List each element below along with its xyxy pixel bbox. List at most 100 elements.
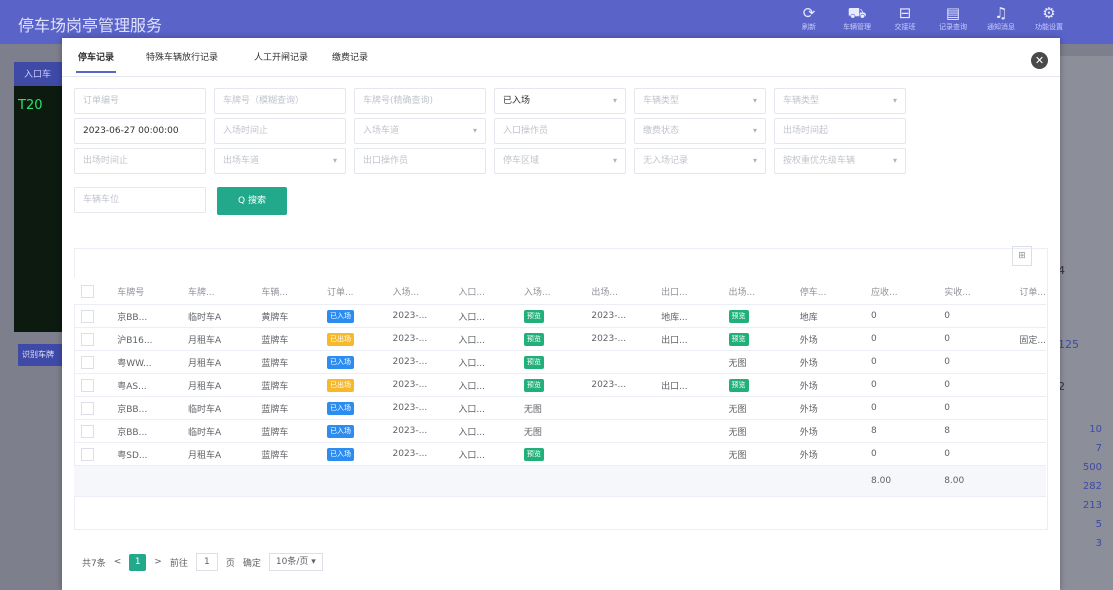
top-nav-vehicle[interactable]: ⊟ 交接班 [881,4,929,32]
table-row[interactable]: 粤AS... 月租车A 蓝牌车 已出场 2023-... 入口... 预览 2023-... 出… [74,373,1046,397]
table-cell [654,442,722,466]
filter-input[interactable]: 出场时间止 [74,148,206,174]
filter-select[interactable]: 停车区域 ▾ [494,148,626,174]
top-nav-refresh[interactable]: ⟳ 刷新 [785,4,833,32]
filter-input[interactable]: 车牌号(精确查询) [354,88,486,114]
filter-input[interactable]: 车辆车位 [74,187,206,213]
column-header[interactable]: 停车... [792,278,865,305]
table-cell: 已入场 [319,304,386,328]
filter-input[interactable]: 订单编号 [74,88,206,114]
chevron-down-icon: ▾ [612,156,617,165]
row-checkbox[interactable] [81,424,94,438]
table-row[interactable]: 沪B16... 月租车A 蓝牌车 已出场 2023-... 入口... 预览 2023-...… [74,327,1046,351]
filter-select[interactable]: 已入场 ▾ [494,88,626,114]
row-select-cell [74,373,111,397]
preview-tag[interactable]: 预览 [728,378,749,392]
tab-special-vehicle[interactable]: 特殊车辆放行记录 [146,50,218,63]
prev-page-button[interactable]: < [114,557,122,567]
top-nav-settings[interactable]: ⚙ 功能设置 [1025,4,1073,32]
table-cell: 无图 [516,419,585,443]
tab-manual-open[interactable]: 人工开闸记录 [254,50,308,63]
close-icon[interactable]: ✕ [1031,52,1048,69]
goto-confirm-button[interactable]: 确定 [243,556,261,569]
filter-select[interactable]: 车辆类型 ▾ [774,88,906,114]
preview-tag[interactable]: 预览 [728,309,749,323]
search-button[interactable]: Q 搜索 [217,187,287,215]
table-row[interactable]: 京BB... 临时车A 黄牌车 已入场 2023-... 入口... 预览 2023-... 地… [74,304,1046,328]
filter-input[interactable]: 车牌号（模糊查询） [214,88,346,114]
filter-select[interactable]: 缴费状态 ▾ [634,118,766,144]
row-checkbox[interactable] [81,355,94,369]
filter-text: 停车区域 [503,156,540,166]
preview-tag[interactable]: 预览 [523,332,544,346]
current-page[interactable]: 1 [129,553,147,571]
summary-cell [792,465,865,497]
filter-select[interactable]: 出场车道 ▾ [214,148,346,174]
table-cell: 出口... [654,327,722,351]
column-header[interactable]: 应收... [864,278,938,305]
filter-input[interactable]: 入口操作员 [494,118,626,144]
modal-tabs: 停车记录 特殊车辆放行记录 人工开闸记录 缴费记录 [62,38,1060,77]
filter-input[interactable]: 出口操作员 [354,148,486,174]
top-nav-label: 交接班 [894,23,916,31]
filter-select[interactable]: 入场车道 ▾ [354,118,486,144]
filter-select[interactable]: 无入场记录 ▾ [634,148,766,174]
table-cell [1012,304,1046,328]
tab-payment-records[interactable]: 缴费记录 [332,50,368,63]
filter-input[interactable]: 入场时间止 [214,118,346,144]
select-all-checkbox[interactable] [81,284,94,298]
recognize-plate-button[interactable]: 识别车牌 [18,344,62,366]
entrance-tab[interactable]: 入口车 [14,62,64,86]
top-nav-label: 记录查询 [939,23,967,31]
filter-input[interactable]: 出场时间起 [774,118,906,144]
preview-tag[interactable]: 预览 [523,378,544,392]
page-size-select[interactable]: 10条/页 ▾ [268,553,323,571]
column-header[interactable]: 出口... [654,278,722,305]
table-cell: 0 [864,327,938,351]
top-nav-car[interactable]: ⛟ 车辆管理 [833,4,881,32]
column-header[interactable]: 入场... [516,278,585,305]
column-header[interactable]: 车辆... [254,278,320,305]
preview-tag[interactable]: 预览 [523,355,544,369]
tab-parking-records[interactable]: 停车记录 [78,50,114,63]
preview-tag[interactable]: 预览 [728,332,749,346]
row-checkbox[interactable] [81,401,94,415]
summary-cell [385,465,452,497]
table-cell: 2023-... [385,373,452,397]
filter-select[interactable]: 车辆类型 ▾ [634,88,766,114]
page-input[interactable]: 1 [195,553,218,571]
column-header[interactable]: 出场... [721,278,793,305]
top-nav-record[interactable]: ▤ 记录查询 [929,4,977,32]
preview-tag[interactable]: 预览 [523,447,544,461]
column-header[interactable]: 出场... [584,278,655,305]
plate-display: T20 [18,98,43,113]
next-page-button[interactable]: > [154,557,162,567]
column-header[interactable]: 订单... [319,278,386,305]
total-count: 共7条 [82,558,106,569]
table-cell: 已出场 [319,373,386,397]
row-checkbox[interactable] [81,309,94,323]
row-checkbox[interactable] [81,378,94,392]
top-nav-bell[interactable]: ♫ 通知消息 [977,4,1025,32]
table-cell: 出口... [654,373,722,397]
table-cell: 8 [864,419,938,443]
preview-tag[interactable]: 预览 [523,309,544,323]
summary-cell [74,465,111,497]
column-header[interactable]: 实收... [937,278,1013,305]
filter-select[interactable]: 按权重优先级车辆 ▾ [774,148,906,174]
table-row[interactable]: 京BB... 临时车A 蓝牌车 已入场 2023-... 入口... 无图 无图 外场 8 8 [74,419,1046,443]
filter-input[interactable]: 2023-06-27 00:00:00 [74,118,206,144]
table-cell: 地库 [792,304,865,328]
column-header[interactable]: 入口... [451,278,517,305]
column-header[interactable]: 订单... [1012,278,1046,305]
row-checkbox[interactable] [81,447,94,461]
column-header[interactable]: 车牌号 [110,278,181,305]
record-icon: ▤ [945,4,961,22]
table-row[interactable]: 粤SD... 月租车A 蓝牌车 已入场 2023-... 入口... 预览 无图 外场 0 0 [74,442,1046,466]
table-row[interactable]: 京BB... 临时车A 蓝牌车 已入场 2023-... 入口... 无图 无图 外场 0 0 [74,396,1046,420]
column-header[interactable]: 入场... [385,278,452,305]
row-checkbox[interactable] [81,332,94,346]
table-row[interactable]: 粤WW... 月租车A 蓝牌车 已入场 2023-... 入口... 预览 无图 外场 0 0 [74,350,1046,374]
column-header[interactable]: 车牌... [180,278,255,305]
column-settings-icon[interactable]: ⊞ [1012,246,1032,266]
